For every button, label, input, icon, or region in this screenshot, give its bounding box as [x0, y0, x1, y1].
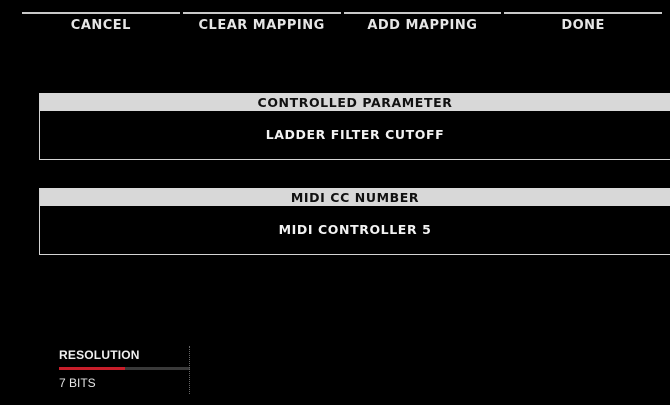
- resolution-slider-fill: [59, 367, 125, 370]
- midi-cc-panel: MIDI CC NUMBER MIDI CONTROLLER 5: [39, 188, 670, 255]
- midi-cc-header: MIDI CC NUMBER: [40, 188, 670, 206]
- cancel-button[interactable]: CANCEL: [22, 12, 180, 40]
- clear-mapping-button[interactable]: CLEAR MAPPING: [182, 12, 341, 40]
- controlled-parameter-panel: CONTROLLED PARAMETER LADDER FILTER CUTOF…: [39, 93, 670, 160]
- resolution-control[interactable]: RESOLUTION 7 BITS: [59, 348, 190, 398]
- resolution-value: 7 BITS: [59, 376, 96, 390]
- top-toolbar: CANCEL CLEAR MAPPING ADD MAPPING DONE: [22, 12, 662, 40]
- done-button[interactable]: DONE: [504, 12, 662, 40]
- divider: [189, 346, 191, 394]
- add-mapping-button[interactable]: ADD MAPPING: [343, 12, 502, 40]
- resolution-slider-track[interactable]: [59, 367, 190, 370]
- controlled-parameter-header: CONTROLLED PARAMETER: [40, 93, 670, 111]
- midi-cc-value[interactable]: MIDI CONTROLLER 5: [40, 206, 670, 254]
- resolution-label: RESOLUTION: [59, 348, 140, 362]
- controlled-parameter-value[interactable]: LADDER FILTER CUTOFF: [40, 111, 670, 159]
